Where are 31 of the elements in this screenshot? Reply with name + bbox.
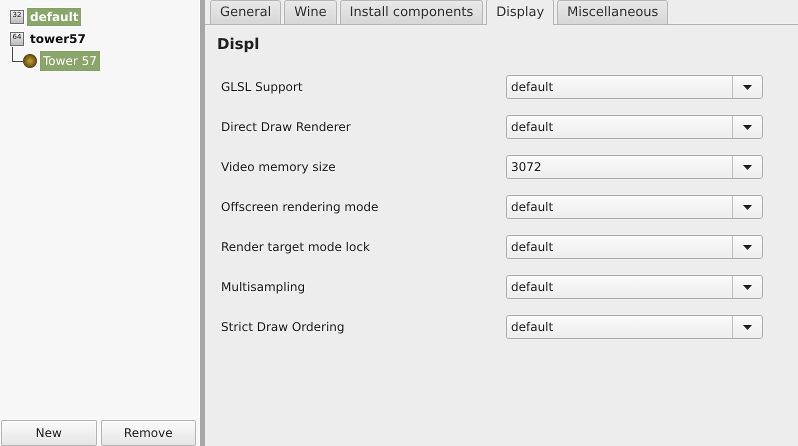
dropdown-arrow-icon xyxy=(743,164,752,170)
dropdown-arrow-icon xyxy=(743,84,752,90)
setting-label: Render target mode lock xyxy=(221,240,371,254)
dropdown-arrow-icon xyxy=(743,204,752,210)
setting-label: Strict Draw Ordering xyxy=(221,320,346,334)
app-icon xyxy=(23,54,37,68)
dropdown[interactable]: default xyxy=(506,75,763,99)
action-button[interactable]: Remove xyxy=(100,420,196,446)
dropdown-arrow-icon xyxy=(743,324,752,330)
dropdown[interactable]: default xyxy=(506,115,763,139)
tab[interactable]: Wine xyxy=(284,0,337,24)
setting-label: Direct Draw Renderer xyxy=(221,120,352,134)
dropdown[interactable]: default xyxy=(506,235,763,259)
dropdown-arrow-icon xyxy=(743,124,752,130)
tab[interactable]: Display xyxy=(486,0,554,25)
setting-label: Video memory size xyxy=(221,160,337,174)
dropdown[interactable]: default xyxy=(506,195,763,219)
tab[interactable]: Miscellaneous xyxy=(557,0,668,24)
tab[interactable]: Install components xyxy=(340,0,484,24)
tree-item[interactable]: tower57 xyxy=(27,30,89,48)
tab[interactable]: General xyxy=(210,0,282,24)
dropdown[interactable]: default xyxy=(506,315,763,339)
setting-label: Offscreen rendering mode xyxy=(221,200,380,214)
dropdown-arrow-icon xyxy=(743,244,752,250)
dropdown-arrow-icon xyxy=(743,284,752,290)
action-button[interactable]: New xyxy=(1,420,96,446)
section-heading: Displ xyxy=(217,35,260,53)
dropdown[interactable]: default xyxy=(506,275,763,299)
setting-label: Multisampling xyxy=(221,280,306,294)
dropdown[interactable]: 3072 xyxy=(506,155,763,179)
setting-label: GLSL Support xyxy=(221,80,304,94)
